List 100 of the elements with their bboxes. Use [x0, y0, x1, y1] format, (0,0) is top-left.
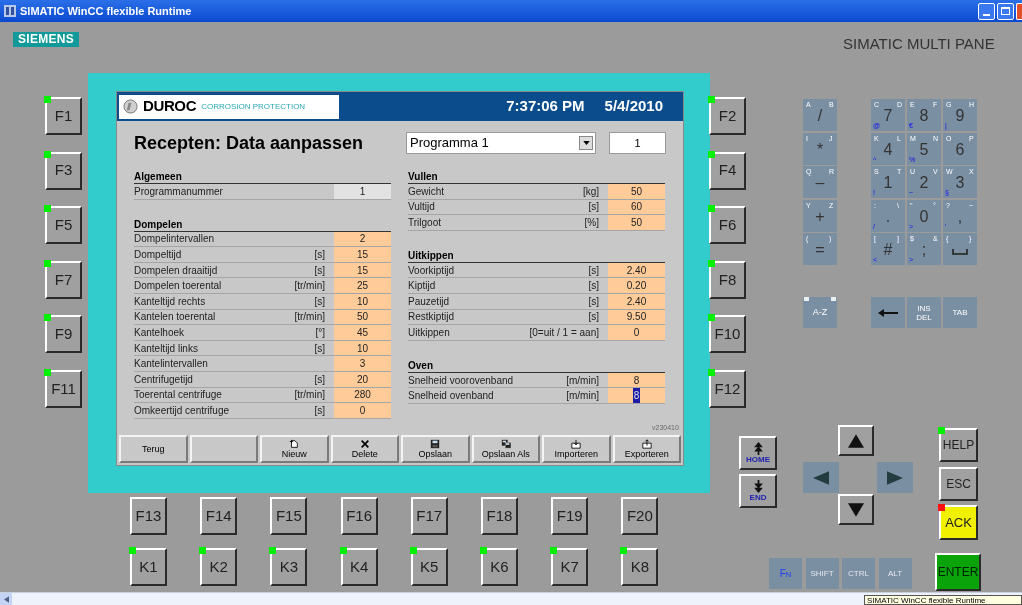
system-key[interactable]: ACK	[939, 505, 978, 540]
value-field[interactable]: 45	[334, 325, 391, 340]
function-key[interactable]: K1	[130, 548, 167, 586]
clock-date: 5/4/2010	[604, 96, 663, 117]
function-key[interactable]: K7	[551, 548, 589, 586]
function-key[interactable]: F3	[45, 151, 82, 190]
function-key[interactable]: F15	[270, 497, 308, 535]
function-key[interactable]: F16	[340, 497, 378, 535]
unit-label: [s]	[314, 403, 325, 418]
navigation-key[interactable]: END	[739, 474, 777, 508]
function-key[interactable]: F10	[709, 315, 746, 354]
toolbar-button[interactable]: Importeren	[542, 435, 611, 463]
right-triangle-icon	[887, 470, 903, 485]
parameter-label: Dompeltijd	[134, 248, 183, 262]
value-field[interactable]: 0	[608, 325, 665, 340]
keypad-key[interactable]	[871, 297, 905, 328]
value-field[interactable]: 25	[334, 278, 391, 293]
parameter-label: Toerental centrifuge	[134, 388, 223, 403]
function-key[interactable]: K3	[270, 548, 308, 586]
left-arrow-icon	[878, 308, 898, 317]
system-key[interactable]: HELP	[939, 428, 978, 462]
clock-time: 7:37:06 PM	[506, 96, 585, 117]
toolbar-button[interactable]: Opslaan	[401, 435, 470, 463]
system-key[interactable]: ESC	[939, 467, 978, 501]
value-field[interactable]: 50	[608, 184, 665, 199]
unit-label: [m/min]	[566, 389, 599, 404]
value-field[interactable]: 50	[608, 215, 665, 230]
parameter-label: Snelheid ovenband	[408, 389, 495, 404]
toolbar-button[interactable]: Delete	[330, 435, 399, 463]
function-key[interactable]: F7	[45, 260, 82, 299]
parameter-label: Kanteltijd links	[134, 341, 199, 356]
close-icon	[359, 439, 370, 449]
scroll-left-button[interactable]	[0, 593, 12, 605]
function-key[interactable]: F6	[709, 206, 746, 245]
value-field[interactable]: 0	[334, 403, 391, 418]
panel-model-label: SIMATIC MULTI PANE	[843, 34, 995, 54]
parameter-label: Dompelen toerental	[134, 279, 223, 294]
toolbar-button[interactable]: Opslaan Als	[471, 435, 540, 463]
parameter-label: Kiptijd	[408, 279, 437, 294]
tray-arrow-down-icon	[571, 439, 582, 449]
function-key[interactable]: F12	[709, 370, 746, 408]
function-key[interactable]: K6	[481, 548, 518, 586]
value-field[interactable]: 15	[334, 247, 391, 262]
value-field[interactable]: 8	[608, 388, 665, 403]
function-key[interactable]: K4	[340, 548, 378, 586]
keypad-key[interactable]: INS DEL	[907, 297, 941, 328]
navigation-key[interactable]: HOME	[739, 436, 777, 470]
parameter-label: Centrifugetijd	[134, 372, 194, 387]
toolbar-button[interactable]: Nieuw	[260, 435, 329, 463]
parameter-label: Voorkiptijd	[408, 263, 456, 278]
arrow-key[interactable]	[838, 494, 874, 525]
tray-arrow-up-icon	[641, 439, 652, 449]
unit-label: [s]	[314, 263, 325, 278]
unit-label: [m/min]	[566, 373, 599, 388]
company-name: DUROC	[143, 96, 197, 117]
unit-label: [tr/min]	[294, 279, 325, 294]
function-key[interactable]: K5	[410, 548, 448, 586]
section-heading: Algemeen	[134, 170, 182, 183]
function-key[interactable]: F2	[709, 97, 746, 135]
function-key[interactable]: F5	[45, 206, 82, 245]
keypad-key[interactable]: TAB	[943, 297, 977, 328]
left-arrow-icon	[3, 595, 9, 603]
value-field[interactable]: 3	[334, 356, 391, 371]
minimize-button[interactable]	[978, 2, 995, 20]
function-key[interactable]: F17	[410, 497, 448, 535]
function-key[interactable]: F11	[45, 370, 82, 408]
toolbar-button[interactable]: Exporteren	[612, 435, 681, 463]
unit-label: [tr/min]	[294, 310, 325, 325]
toolbar-button[interactable]	[189, 435, 258, 463]
function-key[interactable]: F4	[709, 151, 746, 190]
function-key[interactable]: F9	[45, 315, 82, 354]
function-key[interactable]: F20	[621, 497, 659, 535]
toolbar-button[interactable]: Terug	[119, 435, 188, 463]
parameter-label: Kantelhoek	[134, 325, 186, 340]
function-key[interactable]: F18	[481, 497, 518, 535]
parameter-label: Kantelintervallen	[134, 357, 209, 372]
unit-label: [tr/min]	[294, 388, 325, 403]
double-up-arrow-icon	[753, 442, 763, 455]
system-key[interactable]: ENTER	[935, 553, 981, 591]
function-key[interactable]: F19	[551, 497, 589, 535]
keypad-key[interactable]: A-Z	[803, 297, 837, 328]
function-key[interactable]: F1	[45, 97, 82, 135]
section-heading: Dompelen	[134, 217, 183, 231]
function-key[interactable]: K2	[200, 548, 238, 586]
close-button[interactable]	[1016, 2, 1022, 20]
function-key[interactable]: F14	[200, 497, 238, 535]
function-key[interactable]: F13	[130, 497, 167, 535]
unit-label: [kg]	[582, 184, 599, 199]
program-dropdown[interactable]: Programma 1	[406, 132, 596, 154]
unit-label: [s]	[314, 248, 325, 262]
function-key[interactable]: K8	[621, 548, 659, 586]
maximize-button[interactable]	[997, 2, 1014, 20]
arrow-key[interactable]	[838, 425, 874, 456]
program-number-field[interactable]: 1	[609, 132, 666, 154]
caret-icon	[582, 141, 590, 145]
unit-label: [s]	[588, 294, 599, 309]
function-key[interactable]: F8	[709, 260, 746, 299]
unit-label: [s]	[314, 341, 325, 356]
value-field[interactable]: 0.20	[608, 278, 665, 293]
parameter-label: Omkeertijd centrifuge	[134, 403, 231, 418]
